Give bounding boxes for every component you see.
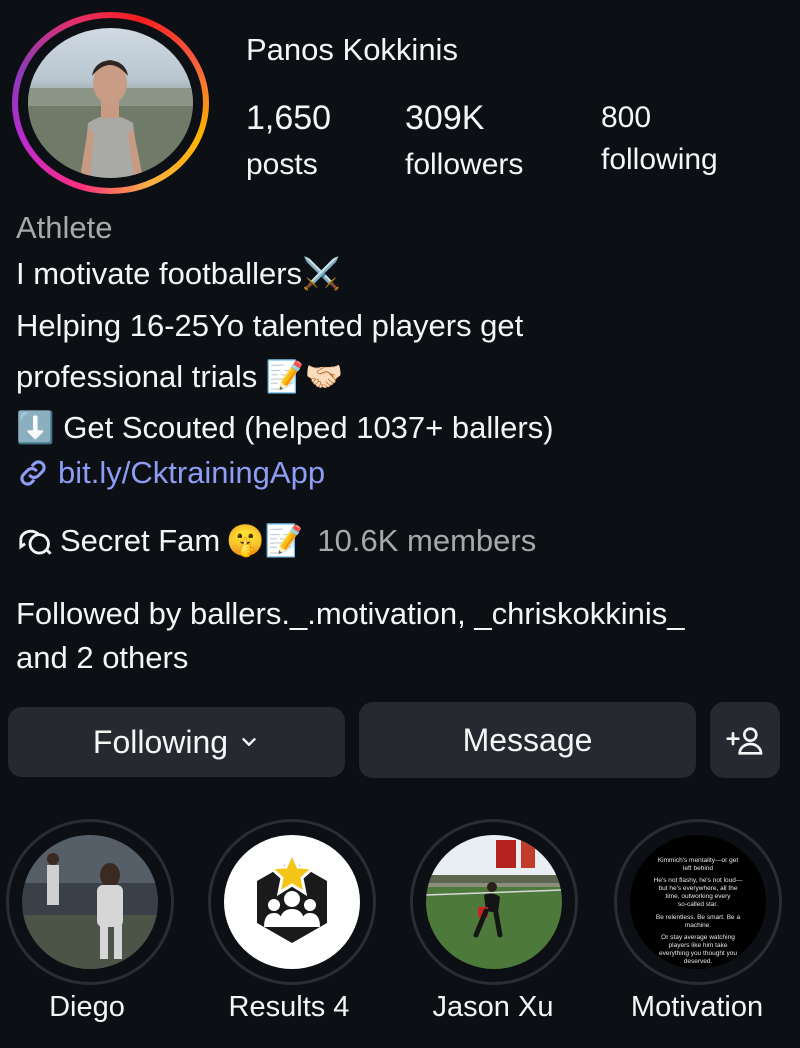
swords-emoji: ⚔️ xyxy=(302,256,341,292)
bio-line-3: professional trials 📝🤝🏻 xyxy=(16,361,343,393)
memo-handshake-emoji: 📝🤝🏻 xyxy=(265,359,344,395)
profile-name: Panos Kokkinis xyxy=(246,32,458,67)
following-button[interactable]: Following xyxy=(8,707,345,777)
bio-line-1: I motivate footballers⚔️ xyxy=(16,258,341,290)
motivation-text-7: Be relentless. Be smart. Be a xyxy=(656,914,741,921)
shush-memo-emoji: 🤫📝 xyxy=(226,523,304,559)
highlight-jason-xu-thumb xyxy=(426,835,562,969)
following-button-label: Following xyxy=(92,723,229,760)
highlight-results[interactable] xyxy=(208,819,376,985)
channel-members: 10.6K members xyxy=(317,522,537,558)
bio-line-4-text: Get Scouted (helped 1037+ ballers) xyxy=(63,410,554,445)
following-label[interactable]: following xyxy=(601,143,718,177)
profile-link-text[interactable]: bit.ly/CktrainingApp xyxy=(58,455,325,491)
link-icon xyxy=(20,460,46,486)
followed-by[interactable]: Followed by ballers._.motivation, _chris… xyxy=(16,592,786,680)
highlight-motivation-thumb: Kimmich's mentality—or get left behind H… xyxy=(630,835,766,969)
add-person-icon xyxy=(726,727,763,755)
followed-by-line-2[interactable]: and 2 others xyxy=(16,636,786,680)
motivation-text-2: left behind xyxy=(683,865,713,872)
following-count[interactable]: 800 xyxy=(601,101,651,135)
highlight-jason-xu-label[interactable]: Jason Xu xyxy=(408,991,578,1024)
motivation-text-11: everything you thought you xyxy=(659,950,737,957)
broadcast-channel[interactable]: Secret Fam 🤫📝 10.6K members xyxy=(16,522,536,559)
motivation-text-5: time, outworking every xyxy=(665,893,731,900)
motivation-text-6: so-called star. xyxy=(678,901,718,908)
highlight-results-thumb xyxy=(224,835,360,969)
highlight-results-label[interactable]: Results 4 xyxy=(204,991,374,1024)
highlight-jason-xu[interactable] xyxy=(410,819,578,985)
motivation-text-4: but he's everywhere, all the xyxy=(659,885,738,892)
highlight-motivation[interactable]: Kimmich's mentality—or get left behind H… xyxy=(614,819,782,985)
avatar[interactable] xyxy=(28,28,193,178)
down-arrow-emoji: ⬇️ xyxy=(16,410,55,446)
motivation-text-10: players like him take xyxy=(669,942,728,949)
followers-label[interactable]: followers xyxy=(405,148,523,182)
followed-by-line-1[interactable]: Followed by ballers._.motivation, _chris… xyxy=(16,592,786,636)
group-star-icon xyxy=(257,849,327,943)
highlight-diego-thumb xyxy=(22,835,158,969)
posts-count[interactable]: 1,650 xyxy=(246,99,331,138)
profile-category: Athlete xyxy=(16,210,113,245)
message-button[interactable]: Message xyxy=(359,702,696,778)
motivation-text-8: machine. xyxy=(685,922,712,929)
motivation-text-9: Or stay average watching xyxy=(661,934,735,941)
bio-line-4: ⬇️ Get Scouted (helped 1037+ ballers) xyxy=(16,412,554,444)
suggest-people-button[interactable] xyxy=(710,702,780,778)
posts-label[interactable]: posts xyxy=(246,148,318,182)
channel-name[interactable]: Secret Fam xyxy=(60,523,220,559)
motivation-text-12: deserved. xyxy=(684,958,713,965)
motivation-text-3: He's not flashy, he's not loud— xyxy=(654,877,743,884)
followers-count[interactable]: 309K xyxy=(405,99,484,138)
highlight-motivation-label[interactable]: Motivation xyxy=(612,991,782,1024)
highlight-diego[interactable] xyxy=(6,819,174,985)
message-button-label: Message xyxy=(462,721,593,758)
bio-line-1-text: I motivate footballers xyxy=(16,256,303,291)
motivation-text-1: Kimmich's mentality—or get xyxy=(658,857,739,864)
profile-link[interactable]: bit.ly/CktrainingApp xyxy=(16,455,325,491)
chat-bubbles-icon xyxy=(19,529,52,555)
highlight-diego-label[interactable]: Diego xyxy=(2,991,172,1024)
bio-line-2: Helping 16-25Yo talented players get xyxy=(16,308,524,343)
chevron-down-icon xyxy=(242,738,256,746)
bio-line-3-text: professional trials xyxy=(16,359,258,394)
